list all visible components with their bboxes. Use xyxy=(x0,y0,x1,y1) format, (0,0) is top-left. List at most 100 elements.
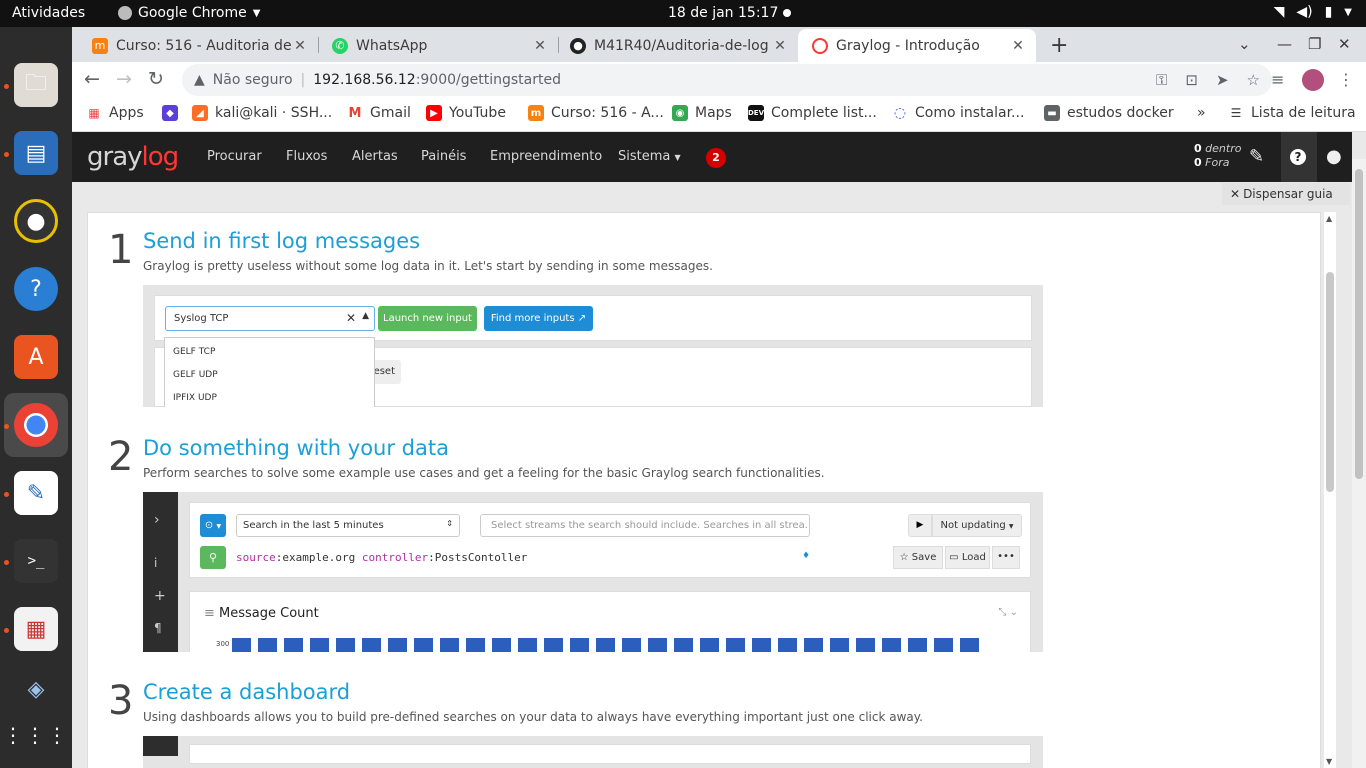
bookmark-como-instalar[interactable]: ◌ Como instalar... xyxy=(892,105,1024,121)
step-title: Create a dashboard xyxy=(143,680,351,704)
search-bar-panel: ⊙ ▼ Search in the last 5 minutes ⇕ Select… xyxy=(189,502,1031,578)
translate-icon[interactable]: ⊡ xyxy=(1185,71,1198,89)
send-icon[interactable]: ➤ xyxy=(1216,71,1229,89)
nav-fluxos[interactable]: Fluxos xyxy=(286,149,327,164)
tab-github[interactable]: ● M41R40/Auditoria-de-log ✕ xyxy=(556,29,798,62)
back-icon[interactable]: ← xyxy=(84,68,100,90)
nav-sistema[interactable]: Sistema ▼ xyxy=(618,149,681,164)
media-icon[interactable]: ≡ xyxy=(1271,70,1284,89)
minimize-icon[interactable]: — xyxy=(1277,35,1292,53)
bookmark-apps[interactable]: ▦ Apps xyxy=(86,105,143,121)
user-icon[interactable]: ● xyxy=(1326,146,1342,167)
writer-icon[interactable]: ▤ xyxy=(14,131,58,175)
help-icon[interactable]: ? xyxy=(1290,149,1306,165)
not-secure-label: Não seguro xyxy=(212,72,293,88)
activities-button[interactable]: Atividades xyxy=(12,5,85,21)
text-editor-icon[interactable]: ✎ xyxy=(14,471,58,515)
reading-list[interactable]: ☰ Lista de leitura xyxy=(1228,105,1356,121)
bookmarks-overflow[interactable]: » xyxy=(1197,105,1206,121)
chart-bar xyxy=(960,638,979,652)
running-indicator xyxy=(4,492,9,497)
maximize-icon[interactable]: ❐ xyxy=(1308,35,1321,53)
tab-search-icon[interactable]: ⌄ xyxy=(1238,35,1251,53)
help-icon[interactable]: ? xyxy=(14,267,58,311)
chart-bar xyxy=(778,638,797,652)
nav-empreendimento[interactable]: Empreendimento xyxy=(490,149,602,164)
dropdown-option: GELF UDP xyxy=(173,370,218,380)
clock[interactable]: 18 de jan 15:17 xyxy=(668,5,778,21)
rhythmbox-icon[interactable]: ● xyxy=(14,199,58,243)
volume-icon: ◀) xyxy=(1296,4,1313,20)
streams-select: Select streams the search should include… xyxy=(480,514,810,537)
youtube-icon: ▶ xyxy=(426,105,442,121)
tab-title: WhatsApp xyxy=(356,37,428,54)
chart-bar xyxy=(830,638,849,652)
menu-icon[interactable]: ⋮ xyxy=(1338,70,1354,89)
software-icon[interactable]: A xyxy=(14,335,58,379)
more-icon: ••• xyxy=(992,546,1020,569)
close-icon[interactable]: ✕ xyxy=(1010,38,1026,54)
tab-whatsapp[interactable]: ✆ WhatsApp ✕ xyxy=(318,29,558,62)
search-query: source:example.org controller:PostsConto… xyxy=(236,551,527,564)
bookmark-gitlab[interactable]: ◢ kali@kali · SSH... xyxy=(192,105,332,121)
terminal-icon[interactable]: >_ xyxy=(14,539,58,583)
nav-paineis[interactable]: Painéis xyxy=(421,149,466,164)
address-bar[interactable]: ▲ Não seguro | 192.168.56.12 :9000/getti… xyxy=(182,64,1272,96)
new-tab-icon[interactable]: + xyxy=(1050,33,1068,58)
edit-icon[interactable]: ✎ xyxy=(1249,146,1264,167)
bookmark-maps[interactable]: ◉ Maps xyxy=(672,105,732,121)
nav-alertas[interactable]: Alertas xyxy=(352,149,398,164)
tab-curso[interactable]: m Curso: 516 - Auditoria de L ✕ xyxy=(78,29,318,62)
browser-toolbar: ← → ↻ ▲ Não seguro | 192.168.56.12 :9000… xyxy=(72,62,1366,98)
virtualbox-icon[interactable]: ◈ xyxy=(14,667,58,711)
files-icon[interactable]: 🗀 xyxy=(14,63,58,107)
app-grid-icon[interactable]: ⋮⋮⋮ xyxy=(3,713,67,757)
dismiss-guide-button[interactable]: ✕ Dispensar guia xyxy=(1222,183,1350,205)
bookmark-dev[interactable]: DEV Complete list... xyxy=(748,105,877,121)
tab-graylog[interactable]: Graylog - Introdução ✕ xyxy=(798,29,1036,62)
scroll-down-icon[interactable]: ▼ xyxy=(1326,757,1332,766)
star-icon[interactable]: ☆ xyxy=(1247,71,1260,89)
chart-bar xyxy=(674,638,693,652)
step3-screenshot[interactable] xyxy=(143,736,1043,768)
whatsapp-icon: ✆ xyxy=(332,37,348,54)
close-icon[interactable]: ✕ xyxy=(532,38,548,54)
query-value: :PostsContoller xyxy=(428,551,528,564)
close-icon[interactable]: ✕ xyxy=(772,38,788,54)
bookmark-estudos-docker[interactable]: ▬ estudos docker xyxy=(1044,105,1174,121)
step2-screenshot[interactable]: › i + ¶ ⊙ ▼ Search in the last 5 minutes… xyxy=(143,492,1043,652)
bookmark-gmail[interactable]: M Gmail xyxy=(347,105,411,121)
nav-procurar[interactable]: Procurar xyxy=(207,149,262,164)
os-top-bar: Atividades Google Chrome ▼ 18 de jan 15:… xyxy=(0,0,1366,27)
dashboard-panel xyxy=(189,744,1031,764)
key-icon[interactable]: ⚿ xyxy=(1156,71,1167,89)
step-title: Send in first log messages xyxy=(143,229,421,253)
chrome-icon[interactable] xyxy=(14,403,58,447)
close-window-icon[interactable]: ✕ xyxy=(1338,35,1351,53)
chart-bar xyxy=(622,638,641,652)
folder-icon: ▬ xyxy=(1044,105,1060,121)
moodle-icon: m xyxy=(528,105,544,121)
bookmark-hat[interactable]: ◆ xyxy=(162,105,185,121)
running-indicator xyxy=(4,560,9,565)
bookmark-youtube[interactable]: ▶ YouTube xyxy=(426,105,506,121)
scrollbar-thumb[interactable] xyxy=(1355,169,1363,479)
frame-scrollbar[interactable]: ▲ ▼ xyxy=(1324,212,1336,768)
document-viewer-icon[interactable]: ▦ xyxy=(14,607,58,651)
bookmark-curso[interactable]: m Curso: 516 - A... xyxy=(528,105,664,121)
app-menu[interactable]: Google Chrome ▼ xyxy=(118,5,260,21)
scrollbar-thumb[interactable] xyxy=(1326,272,1334,492)
step1-screenshot[interactable]: Syslog TCP ✕ ▲ Launch new input Find mor… xyxy=(143,285,1043,407)
page-scrollbar[interactable] xyxy=(1352,159,1366,768)
dropdown-option: GELF TCP xyxy=(173,347,216,357)
forward-icon[interactable]: → xyxy=(116,68,132,90)
close-icon[interactable]: ✕ xyxy=(292,38,308,54)
system-tray[interactable]: ◥ ◀) ▮ ▼ xyxy=(1274,4,1352,20)
notification-badge[interactable]: 2 xyxy=(706,148,726,168)
avatar[interactable] xyxy=(1302,69,1324,91)
reload-icon[interactable]: ↻ xyxy=(148,68,164,90)
throughput-indicator[interactable]: 0 dentro 0 Fora xyxy=(1194,142,1241,170)
graylog-logo[interactable]: graylog xyxy=(87,142,179,172)
chart-bar xyxy=(388,638,407,652)
scroll-up-icon[interactable]: ▲ xyxy=(1326,214,1332,223)
